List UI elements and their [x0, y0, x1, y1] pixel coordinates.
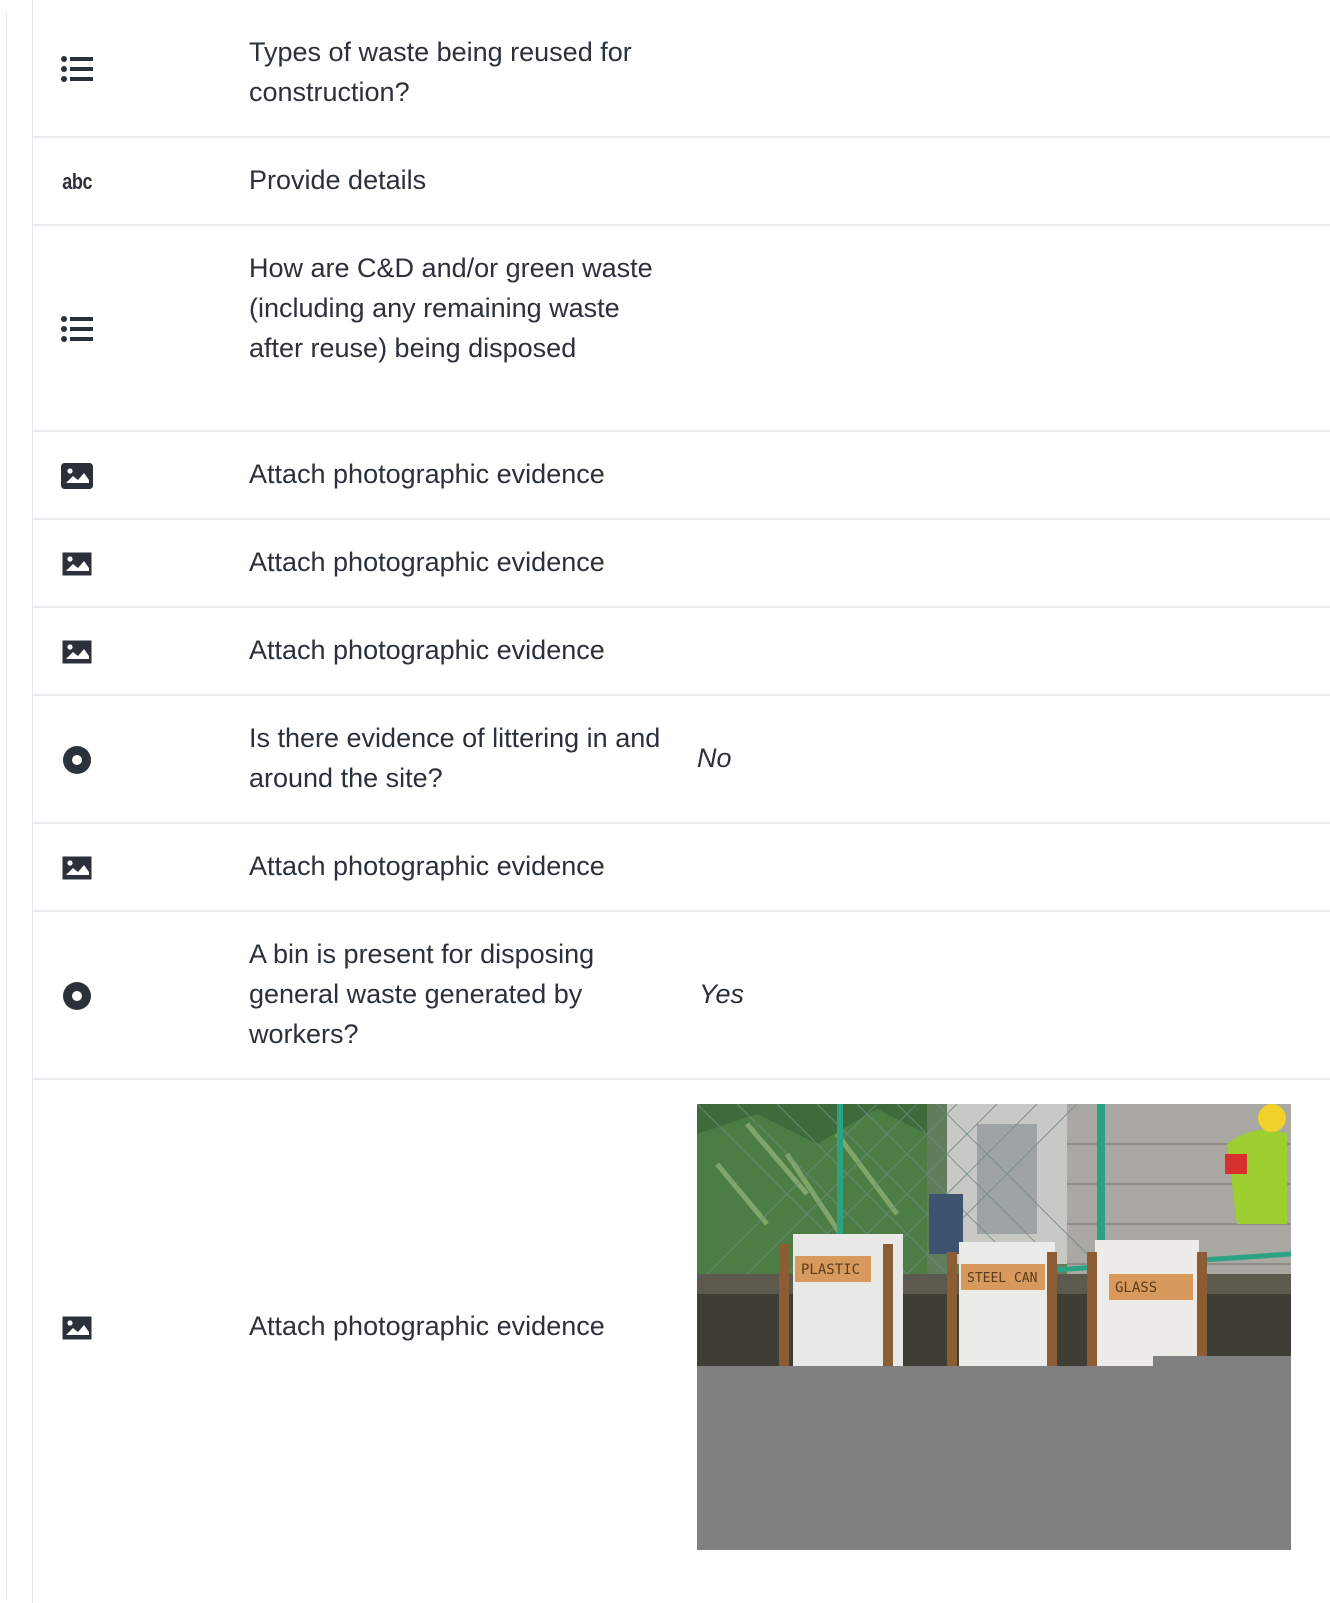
question-text: Attach photographic evidence — [249, 1311, 605, 1341]
table-row: Attach photographic evidence — [33, 824, 1330, 912]
question-text: Attach photographic evidence — [249, 635, 605, 665]
answer-value: No — [697, 743, 732, 773]
image-icon — [61, 852, 93, 884]
table-row: Attach photographic evidence — [33, 520, 1330, 608]
survey-answers-table: Types of waste being reused for construc… — [32, 0, 1330, 1603]
radio-icon — [61, 744, 93, 776]
table-row: Attach photographic evidence — [33, 432, 1330, 520]
table-row: Attach photographic evidence — [33, 1080, 1330, 1603]
table-row: A bin is present for disposing general w… — [33, 912, 1330, 1080]
question-text: Attach photographic evidence — [249, 547, 605, 577]
image-icon — [61, 636, 93, 668]
question-text: Types of waste being reused for construc… — [249, 37, 632, 107]
table-row: Attach photographic evidence — [33, 608, 1330, 696]
radio-icon — [61, 980, 93, 1012]
image-icon — [61, 548, 93, 580]
table-row: Types of waste being reused for construc… — [33, 0, 1330, 138]
bin-label-plastic: PLASTIC — [801, 1262, 860, 1278]
question-text: Is there evidence of littering in and ar… — [249, 723, 661, 793]
text-icon: abc — [62, 169, 92, 194]
bin-label-steel-can: STEEL CAN — [967, 1271, 1037, 1286]
evidence-photo[interactable]: PLASTIC STEEL CAN GLASS — [697, 1104, 1291, 1550]
question-text: How are C&D and/or green waste (includin… — [249, 253, 653, 363]
question-text: Provide details — [249, 165, 427, 195]
image-icon — [61, 460, 93, 492]
question-text: Attach photographic evidence — [249, 851, 605, 881]
bin-label-glass: GLASS — [1115, 1280, 1157, 1296]
left-rule — [6, 12, 7, 1599]
question-text: A bin is present for disposing general w… — [249, 939, 595, 1049]
image-icon — [61, 1312, 93, 1344]
list-icon — [61, 53, 93, 85]
table-row: abc Provide details — [33, 138, 1330, 226]
table-row: Is there evidence of littering in and ar… — [33, 696, 1330, 824]
answer-value: Yes — [699, 979, 745, 1009]
question-text: Attach photographic evidence — [249, 459, 605, 489]
list-icon — [61, 313, 93, 345]
table-row: How are C&D and/or green waste (includin… — [33, 226, 1330, 432]
